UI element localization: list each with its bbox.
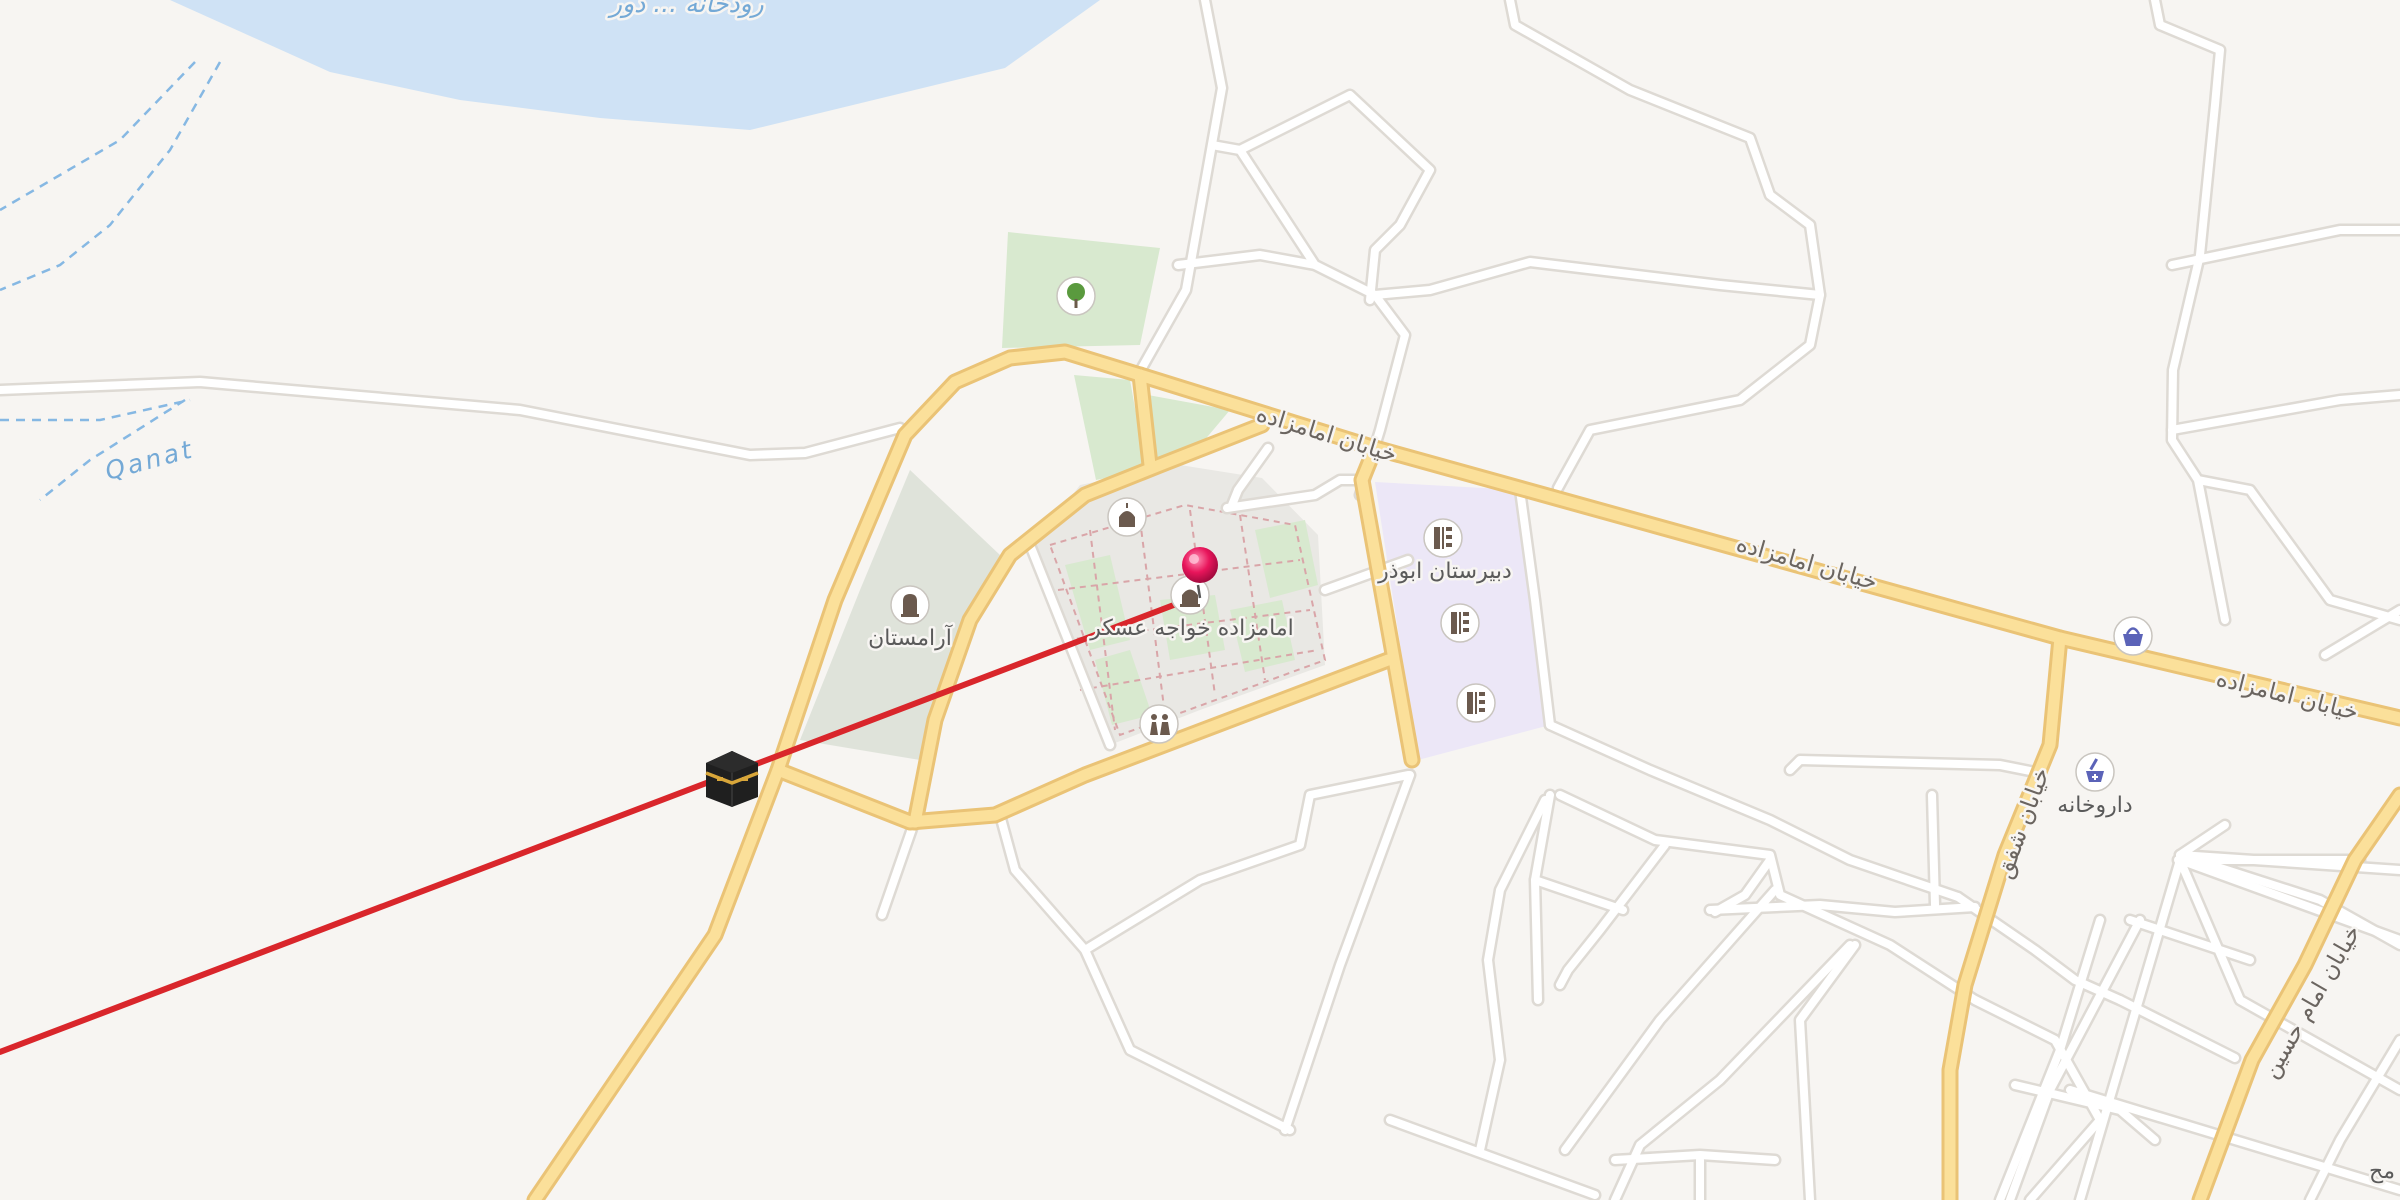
- kaaba-icon[interactable]: [705, 751, 759, 807]
- edge-place-label: مح: [2369, 1159, 2395, 1184]
- road-label-imamzadeh-3: خیابان امامزاده: [2214, 666, 2361, 726]
- toilets-icon[interactable]: [1139, 704, 1179, 744]
- school-icon[interactable]: [1440, 603, 1480, 643]
- school-icon[interactable]: [1456, 683, 1496, 723]
- school-label: دبیرستان ابوذر: [1377, 559, 1512, 584]
- pharmacy-icon[interactable]: [2075, 752, 2115, 792]
- mosque-icon[interactable]: [1107, 497, 1147, 537]
- road-label-imamzadeh-2: خیابان امامزاده: [1733, 531, 1880, 596]
- water-body: [170, 0, 1100, 130]
- shrine-label: امامزاده خواجه عسکر: [1089, 616, 1293, 641]
- school-icon[interactable]: [1423, 518, 1463, 558]
- shopping-basket-icon[interactable]: [2113, 616, 2153, 656]
- cemetery-label: آرامستان: [868, 624, 953, 651]
- tree-icon[interactable]: [1056, 276, 1096, 316]
- map-canvas[interactable]: رودخانه ... دور Qanat خیابان امامزاده خی…: [0, 0, 2400, 1200]
- cemetery-icon[interactable]: [890, 585, 930, 625]
- water-body-label: رودخانه ... دور: [607, 0, 764, 19]
- qibla-direction-line: [0, 592, 1203, 1055]
- road-label-shafagh: خیابان شفق: [1991, 764, 2055, 882]
- pharmacy-label: داروخانه: [2057, 793, 2132, 818]
